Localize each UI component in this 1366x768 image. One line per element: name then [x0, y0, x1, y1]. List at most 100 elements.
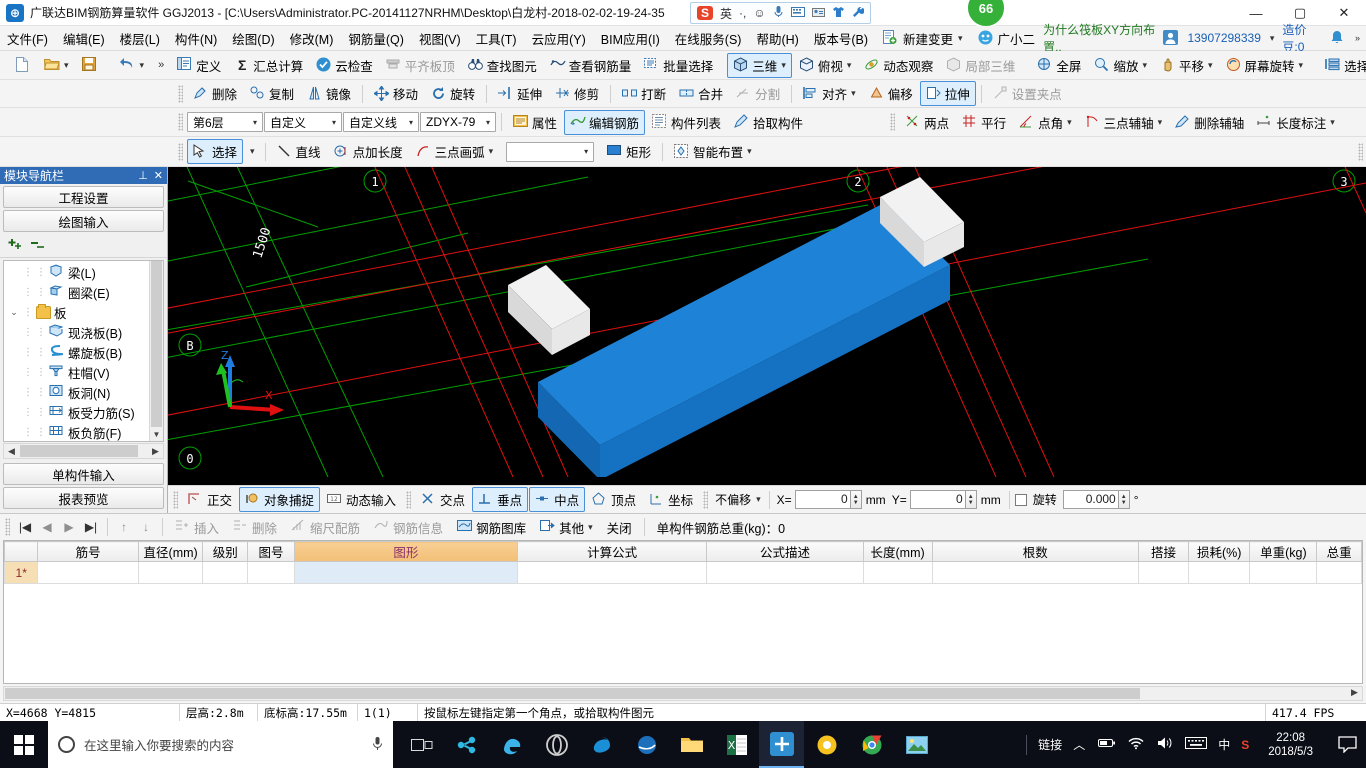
table-horizontal-scrollbar[interactable]: ▶: [3, 686, 1363, 701]
floor-selector[interactable]: 第6层 ▾: [187, 112, 263, 132]
rotate-checkbox[interactable]: [1014, 493, 1027, 506]
move-down-button[interactable]: ↓: [136, 520, 156, 534]
x-input[interactable]: 0: [794, 490, 851, 509]
insert-row-button[interactable]: 插入: [169, 515, 225, 540]
ortho-toggle[interactable]: 正交: [182, 487, 238, 512]
folder-icon[interactable]: [669, 721, 714, 768]
component-tree[interactable]: ⋮ ⋮ 梁(L) ⋮ ⋮ 圈梁(E) ⌄ ⋮ 板 ⋮ ⋮ 现浇板(B) ⋮ ⋮ 螺旋板(B) ⋮ ⋮ 柱帽(V) ⋮…: [3, 260, 164, 442]
offset-button[interactable]: 偏移: [863, 81, 919, 106]
battery-icon[interactable]: [1096, 737, 1116, 752]
smart-layout-button[interactable]: 智能布置 ▾: [668, 139, 758, 164]
coordinate-snap-toggle[interactable]: 坐标: [643, 487, 699, 512]
delete-axis-button[interactable]: 删除辅轴: [1169, 110, 1250, 135]
smart-layout-chevron-icon[interactable]: ▾: [747, 146, 752, 157]
cell-diameter[interactable]: [137, 561, 204, 584]
menu-help[interactable]: 帮助(H): [749, 26, 805, 51]
extend-button[interactable]: 延伸: [492, 81, 548, 106]
col-figure-no[interactable]: 图号: [247, 541, 295, 562]
three-point-axis-button[interactable]: 三点辅轴 ▾: [1079, 110, 1169, 135]
y-input-group[interactable]: 0 ▲ ▼: [909, 490, 977, 509]
next-record-button[interactable]: ▶: [59, 520, 79, 534]
tree-item-5[interactable]: ⋮ ⋮ 柱帽(V): [4, 362, 149, 382]
point-angle-chevron-icon[interactable]: ▾: [1067, 117, 1072, 128]
tree-item-7[interactable]: ⋮ ⋮ 板受力筋(S): [4, 402, 149, 422]
pin-icon[interactable]: ⊥: [138, 169, 148, 182]
col-grade[interactable]: 级别: [202, 541, 249, 562]
model-canvas[interactable]: 1 2 3 B 0 1500 Z X: [168, 167, 1366, 485]
summary-calc-button[interactable]: Σ 汇总计算: [228, 53, 309, 78]
add-icon[interactable]: [8, 238, 24, 254]
tree-item-3[interactable]: ⋮ ⋮ 现浇板(B): [4, 322, 149, 342]
new-file-button[interactable]: [9, 54, 37, 76]
bell-icon[interactable]: [1330, 30, 1346, 46]
taskview-icon[interactable]: [399, 721, 444, 768]
edit-rebar-button[interactable]: 编辑钢筋: [564, 109, 646, 135]
menu-draw[interactable]: 绘图(D): [225, 26, 281, 51]
draw-mode-combo[interactable]: ▾: [506, 141, 595, 162]
menu-cloud[interactable]: 云应用(Y): [525, 26, 593, 51]
remove-icon[interactable]: [30, 238, 46, 254]
top-view-chevron-icon[interactable]: ▾: [847, 60, 852, 71]
three-point-axis-chevron-icon[interactable]: ▾: [1158, 117, 1163, 128]
length-dim-chevron-icon[interactable]: ▾: [1330, 117, 1335, 128]
menu-floor[interactable]: 楼层(L): [113, 26, 167, 51]
beans-label[interactable]: 造价豆:0: [1282, 21, 1322, 55]
object-snap-toggle[interactable]: 对象捕捉: [239, 487, 321, 512]
cell-figure[interactable]: [293, 561, 518, 584]
tree-vertical-scrollbar[interactable]: ▲ ▼: [149, 261, 163, 441]
tray-language-indicator[interactable]: 中: [1218, 736, 1230, 753]
move-button[interactable]: 移动: [368, 81, 424, 106]
offset-mode-chevron-icon[interactable]: ▾: [756, 494, 761, 505]
ime-toolbar[interactable]: S 英 ·, ☺: [690, 2, 871, 24]
floor-chevron-icon[interactable]: ▾: [250, 118, 260, 127]
menu-component[interactable]: 构件(N): [168, 26, 224, 51]
find-element-button[interactable]: 查找图元: [462, 53, 543, 78]
col-formula-desc[interactable]: 公式描述: [706, 541, 864, 562]
assistant-button[interactable]: 广小二: [971, 26, 1043, 51]
tree-scroll-thumb[interactable]: [151, 275, 162, 441]
undo-chevron-icon[interactable]: ▾: [140, 60, 145, 71]
drawing-input-button[interactable]: 绘图输入: [3, 210, 164, 232]
batch-select-button[interactable]: 批量选择: [638, 53, 719, 78]
cell-figure-no[interactable]: [247, 561, 295, 584]
rebar-library-button[interactable]: 钢筋图库: [451, 515, 532, 540]
tree-item-1[interactable]: ⋮ ⋮ 圈梁(E): [4, 282, 149, 302]
table-scroll-right-icon[interactable]: ▶: [1347, 687, 1362, 700]
cloud-check-button[interactable]: 云检查: [310, 53, 379, 78]
col-figure[interactable]: 图形: [293, 541, 518, 562]
cell-formula[interactable]: [516, 561, 708, 584]
col-length[interactable]: 长度(mm): [862, 541, 933, 562]
cell-loss[interactable]: [1188, 561, 1251, 584]
draw-toolbar-grip-right[interactable]: [1358, 142, 1363, 161]
three-d-chevron-icon[interactable]: ▾: [781, 60, 786, 71]
delete-button[interactable]: 删除: [187, 81, 243, 106]
first-record-button[interactable]: |◀: [15, 520, 35, 534]
rebar-table-wrapper[interactable]: 筋号 直径(mm) 级别 图号 图形 计算公式 公式描述 长度(mm) 根数 搭…: [3, 540, 1363, 684]
pick-component-button[interactable]: 拾取构件: [728, 110, 809, 135]
undo-button[interactable]: ▾: [114, 54, 151, 76]
component-toolbar-grip[interactable]: [178, 113, 183, 131]
cell-length[interactable]: [862, 561, 933, 584]
ggj-icon[interactable]: [759, 721, 804, 768]
fullscreen-button[interactable]: 全屏: [1031, 53, 1087, 78]
menubar-overflow-icon[interactable]: »: [1355, 33, 1360, 43]
stretch-button[interactable]: 拉伸: [919, 81, 976, 106]
menu-file[interactable]: 文件(F): [0, 26, 55, 51]
chevron-down-icon[interactable]: ▾: [958, 33, 963, 44]
ime-card-icon[interactable]: [811, 6, 825, 20]
three-point-arc-button[interactable]: 三点画弧 ▾: [410, 139, 500, 164]
copy-button[interactable]: 复制: [244, 81, 300, 106]
col-loss[interactable]: 损耗(%): [1188, 541, 1251, 562]
delete-row-button[interactable]: 删除: [227, 515, 283, 540]
row-number[interactable]: 1*: [4, 561, 39, 584]
menu-rebar[interactable]: 钢筋量(Q): [341, 26, 411, 51]
pan-chevron-icon[interactable]: ▾: [1208, 60, 1213, 71]
report-preview-button[interactable]: 报表预览: [3, 487, 164, 509]
rotate-button[interactable]: 旋转: [425, 81, 481, 106]
notification-count-badge[interactable]: 66: [966, 0, 1006, 28]
axis-toolbar-grip[interactable]: [890, 113, 896, 131]
rotate-input-group[interactable]: 0.000 ▲ ▼: [1062, 490, 1130, 509]
select-floor-button[interactable]: 选择楼层: [1319, 53, 1366, 78]
promo-link[interactable]: 为什么筏板XY方向布置..: [1043, 21, 1155, 55]
menu-version[interactable]: 版本号(B): [807, 26, 875, 51]
